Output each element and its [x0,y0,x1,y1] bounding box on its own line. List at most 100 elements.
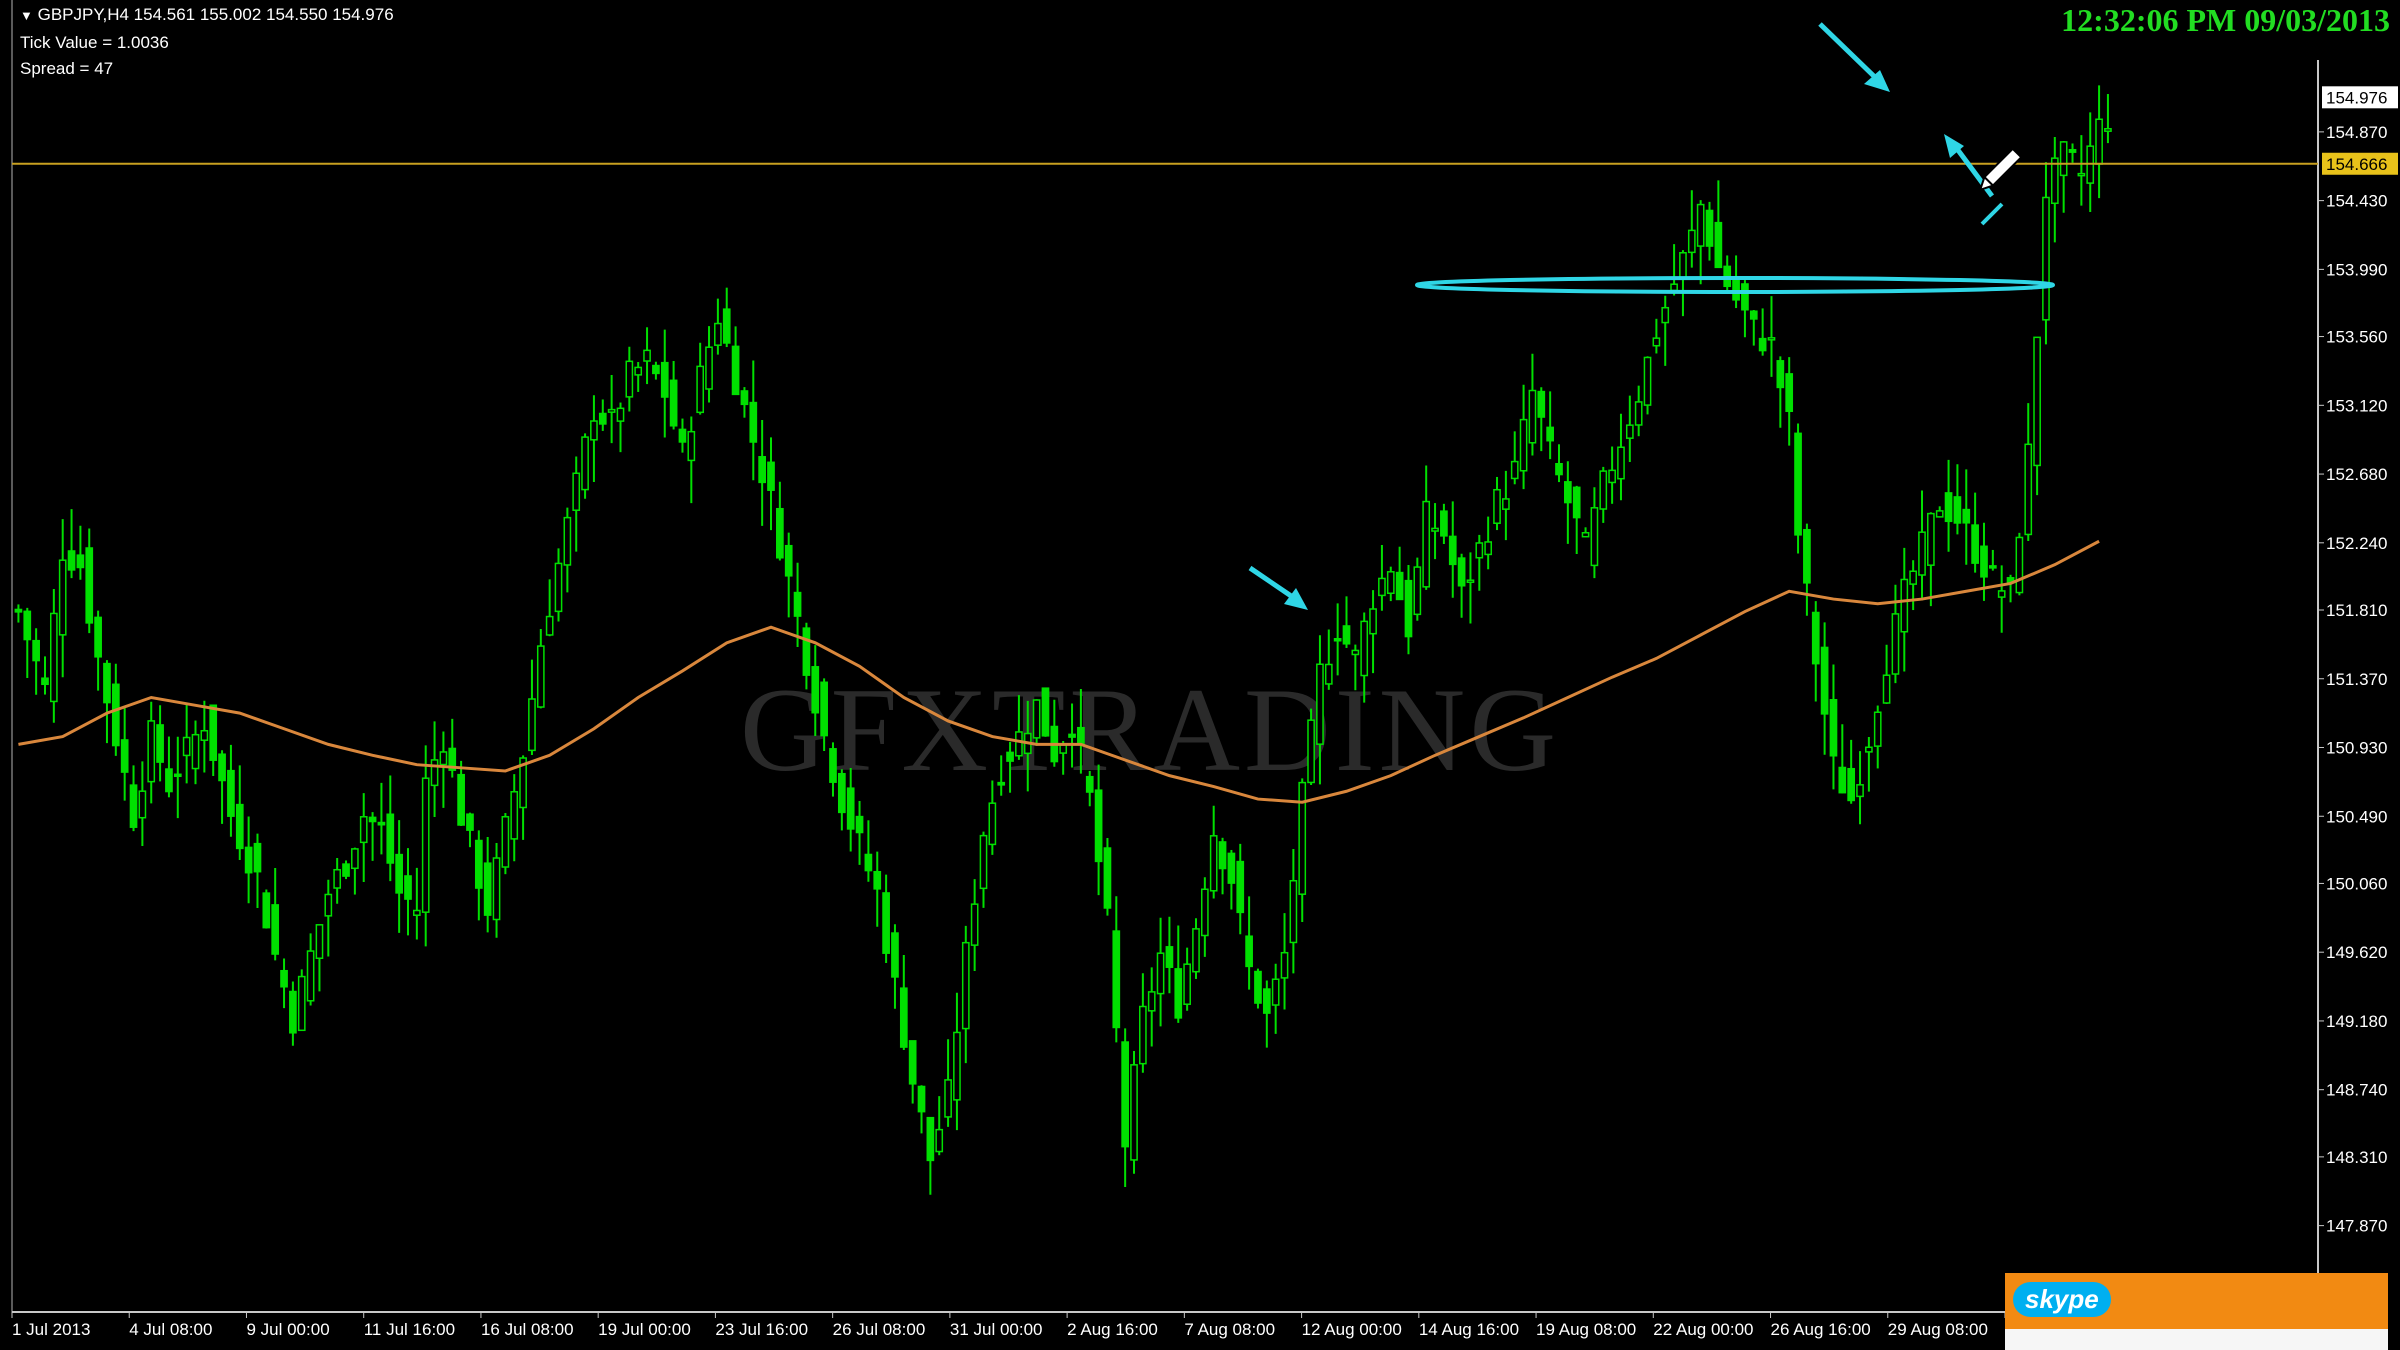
candle [227,744,235,837]
candle [351,847,359,895]
candle [368,812,377,861]
candle [306,933,315,1006]
y-tick-label: 150.490 [2326,807,2387,826]
candle [1944,459,1953,552]
x-tick-label: 26 Jul 08:00 [833,1320,926,1339]
skype-notification[interactable]: skype [2005,1273,2388,1329]
candle [758,419,766,526]
candle [722,287,731,348]
candle [191,720,200,785]
candle [1537,387,1546,452]
x-tick-label: 9 Jul 00:00 [246,1320,329,1339]
candle [2015,532,2024,596]
candle [979,831,988,908]
candle [1829,664,1838,790]
candle [1271,963,1280,1034]
candle [1661,295,1670,366]
candle [466,812,474,848]
candle [953,992,961,1131]
candle [1953,464,1962,535]
candle [1873,705,1882,769]
candle [404,848,412,936]
candle [1156,917,1165,1027]
arrow-up-left-2 [1248,565,1308,610]
candle [244,816,253,904]
candle [2006,574,2015,603]
candle [85,528,94,634]
candle [1103,838,1112,916]
candle [598,399,607,431]
x-tick-label: 12 Aug 00:00 [1302,1320,1402,1339]
candle [297,969,306,1032]
candle [333,858,342,904]
candle [545,579,554,637]
candle [1324,629,1333,690]
x-tick-label: 14 Aug 16:00 [1419,1320,1519,1339]
candle [1758,308,1767,356]
candle [1493,476,1501,531]
candle [740,387,749,418]
symbol-line: GBPJPY,H4 154.561 155.002 154.550 154.97… [37,5,394,24]
candle [1085,770,1094,807]
candle [1687,190,1696,268]
x-tick-label: 22 Aug 00:00 [1653,1320,1753,1339]
candle [1262,980,1271,1048]
candle [359,793,368,882]
candle [76,525,85,580]
y-tick-label: 151.370 [2326,670,2387,689]
x-tick-label: 1 Jul 2013 [12,1320,90,1339]
svg-text:154.976: 154.976 [2326,88,2387,107]
candle [2086,112,2095,213]
candle [908,1040,917,1104]
candle [970,879,979,971]
candle [1395,546,1404,601]
candle [961,925,970,1064]
candle [1466,552,1475,624]
candle [271,867,280,961]
candle [94,610,102,691]
candle [652,361,660,380]
candle [386,775,395,882]
candle [1440,503,1448,545]
candles [14,85,2112,1195]
candle [1749,310,1758,346]
candle [67,509,76,579]
candle [1679,250,1687,317]
candle [103,660,111,744]
y-tick-label: 153.990 [2326,260,2387,279]
candle [899,955,908,1050]
candle [235,765,244,860]
candle [1714,180,1723,269]
candle [49,588,58,723]
candle [519,755,527,840]
candle [767,437,775,531]
candle [1431,503,1439,560]
candle [1776,356,1785,428]
candle [1608,446,1616,504]
candle [687,416,696,504]
x-tick-label: 31 Jul 00:00 [950,1320,1043,1339]
candle [483,836,492,933]
candle [1165,916,1174,994]
chart-frame [11,0,2319,1313]
line-price-label: 154.666 [2322,152,2398,175]
x-tick-label: 26 Aug 16:00 [1771,1320,1871,1339]
y-tick-label: 147.870 [2326,1217,2387,1236]
candle [1997,565,2006,633]
candle [1909,560,1917,611]
dropdown-triangle-icon[interactable]: ▼ [20,8,33,23]
arrow-up-left-1 [1818,22,1890,92]
skype-logo: skype [2013,1282,2111,1317]
candle [1838,724,1847,794]
x-tick-label: 19 Jul 00:00 [598,1320,691,1339]
candle [1236,843,1245,935]
y-tick-label: 149.620 [2326,943,2387,962]
candle [315,924,324,992]
candle [1298,778,1307,923]
svg-text:154.666: 154.666 [2326,155,2387,174]
x-tick-label: 29 Aug 08:00 [1888,1320,1988,1339]
price-chart[interactable]: GFXTRADING 154.870154.430153.990153.5601… [0,0,2400,1350]
candle [147,701,156,804]
tick-value: Tick Value = 1.0036 [20,33,169,52]
candle [731,326,740,396]
